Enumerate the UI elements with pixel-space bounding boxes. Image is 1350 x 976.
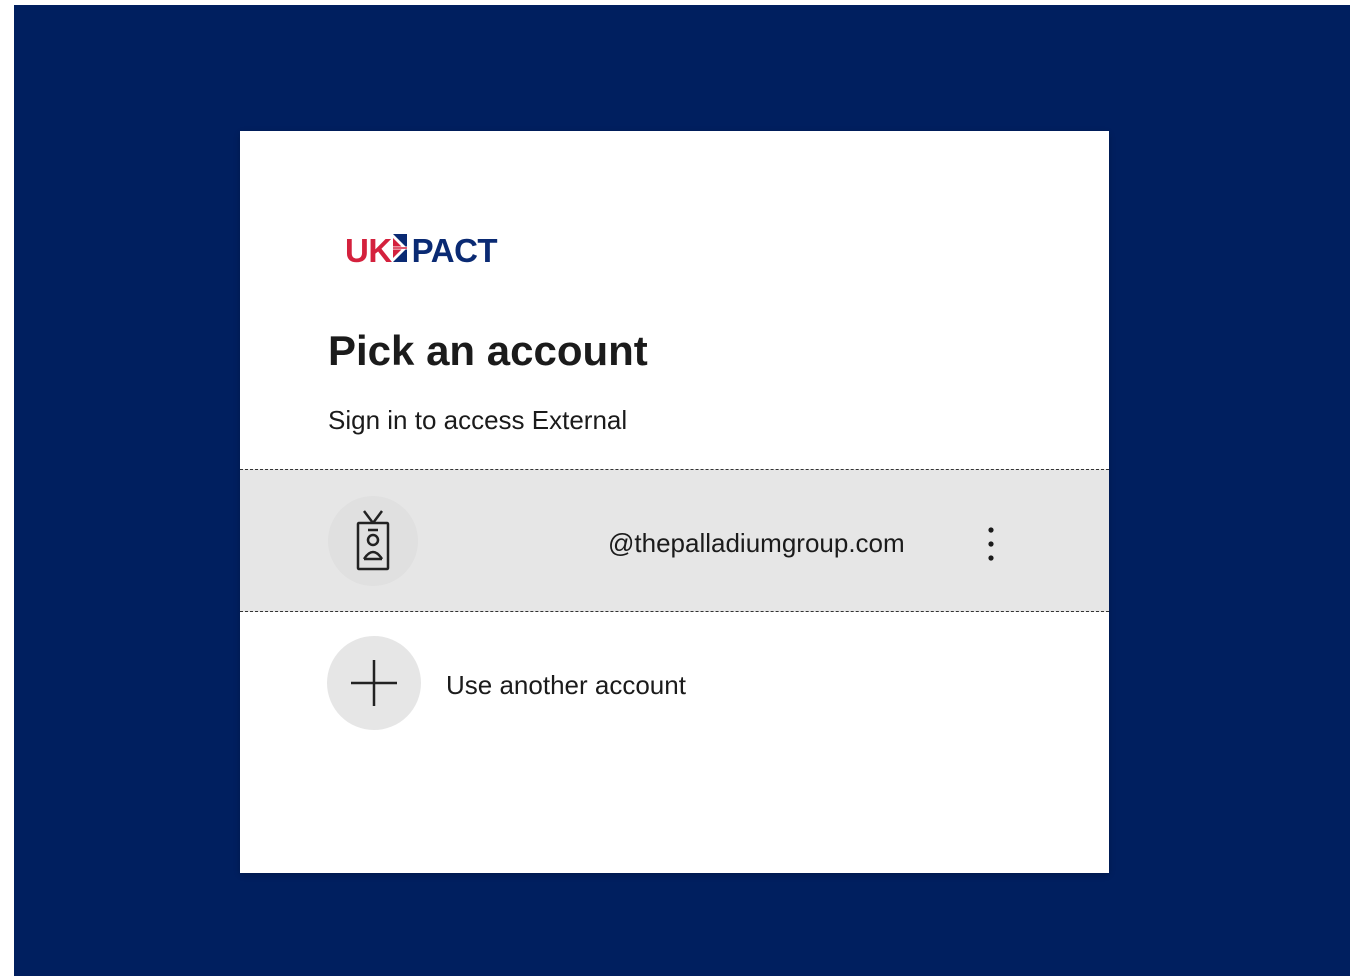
more-options-button[interactable] bbox=[973, 520, 1009, 568]
ukpact-logo: UK PACT bbox=[345, 232, 498, 270]
account-email: @thepalladiumgroup.com bbox=[608, 528, 905, 558]
use-another-account-label: Use another account bbox=[446, 670, 686, 700]
union-flag-icon bbox=[392, 232, 407, 270]
logo-uk-text: UK bbox=[345, 232, 392, 269]
plus-icon bbox=[327, 636, 421, 730]
use-another-account-button[interactable]: Use another account bbox=[240, 628, 1109, 738]
account-tile[interactable]: @thepalladiumgroup.com bbox=[240, 469, 1109, 612]
badge-person-icon bbox=[328, 496, 418, 586]
more-options-icon bbox=[988, 527, 994, 561]
logo-pact-text: PACT bbox=[411, 232, 498, 269]
page-subtitle: Sign in to access External bbox=[328, 405, 628, 435]
page-title: Pick an account bbox=[328, 327, 648, 374]
